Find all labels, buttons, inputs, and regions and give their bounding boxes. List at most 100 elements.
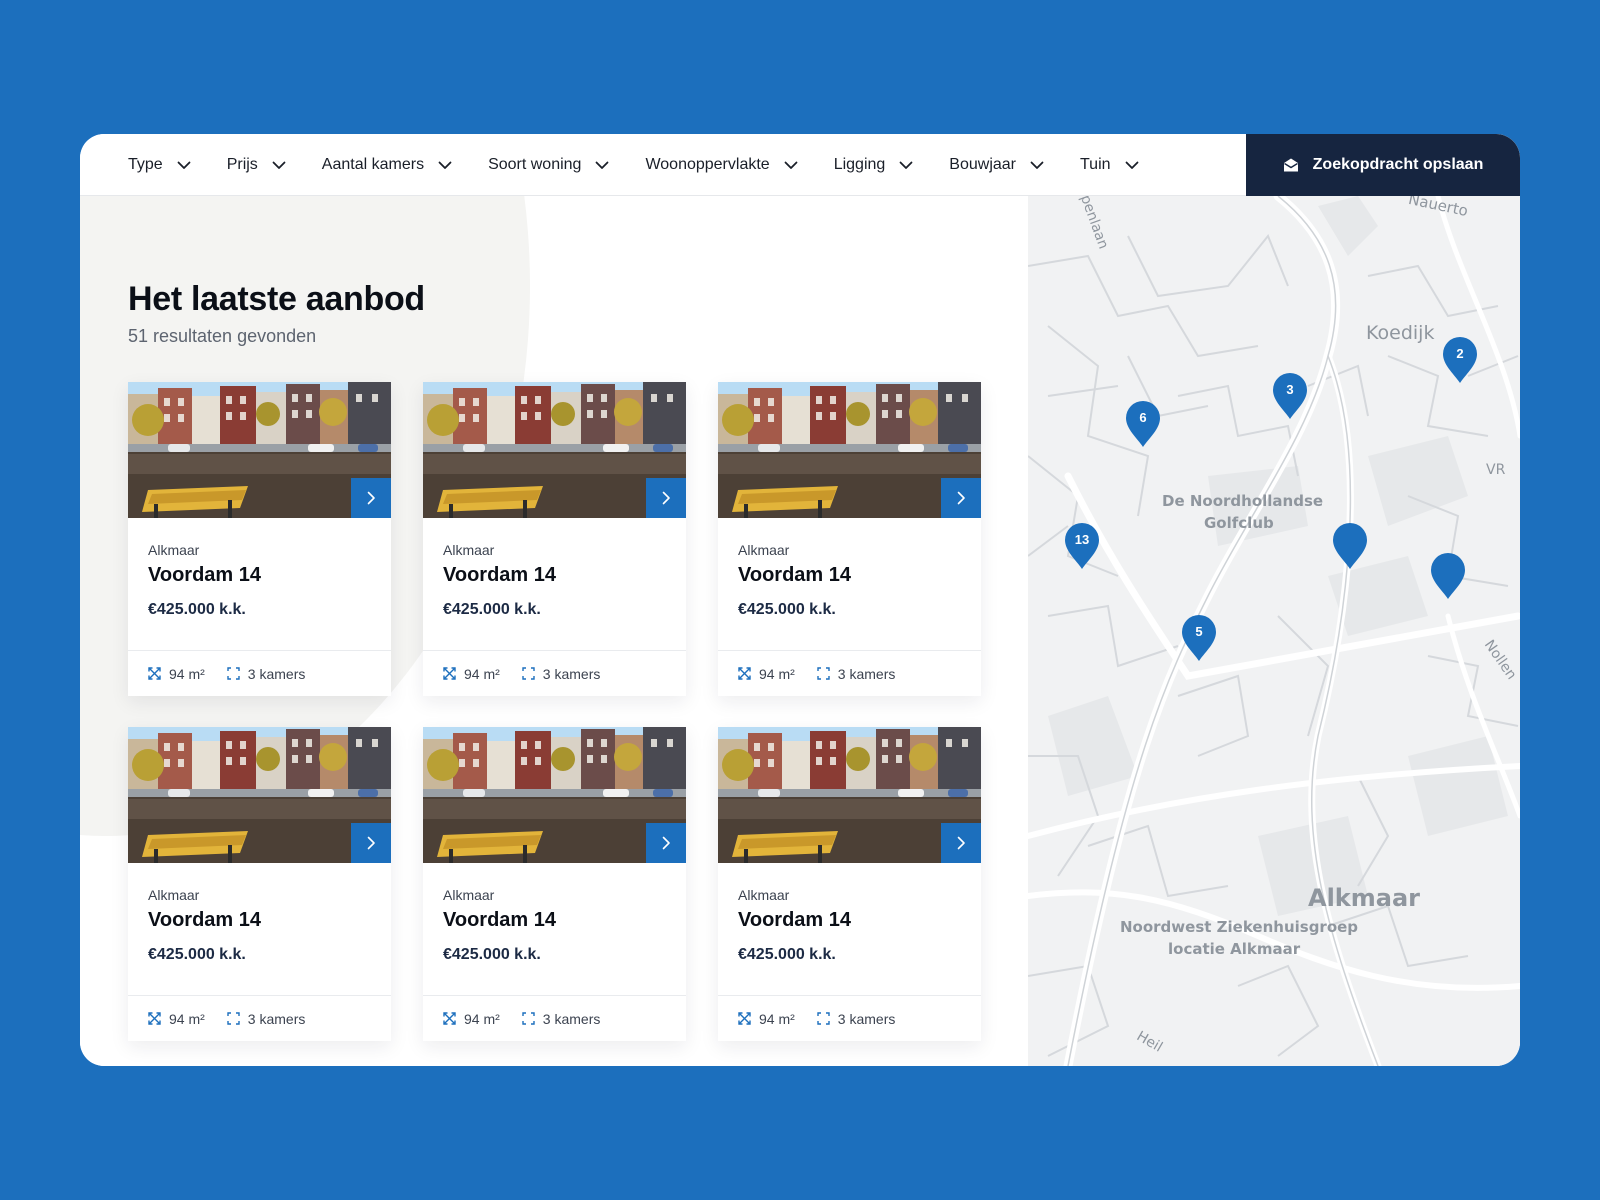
open-listing-button[interactable] [351, 823, 391, 863]
filter-bouwjaar[interactable]: Bouwjaar [949, 134, 1044, 195]
listing-rooms-value: 3 kamers [837, 665, 896, 682]
chevron-right-icon [662, 836, 670, 850]
filter-label: Prijs [226, 155, 258, 173]
filter-label: Bouwjaar [949, 155, 1016, 173]
filter-ligging[interactable]: Ligging [834, 134, 914, 195]
save-search-button[interactable]: Zoekopdracht opslaan [1246, 134, 1520, 196]
listing-info: Alkmaar Voordam 14 €425.000 k.k. [718, 518, 981, 650]
listing-city: Alkmaar [148, 887, 200, 903]
listing-photo[interactable] [718, 382, 981, 518]
chevron-down-icon [1125, 161, 1138, 169]
map-pin[interactable]: 13 [1064, 522, 1100, 570]
listing-info: Alkmaar Voordam 14 €425.000 k.k. [128, 518, 391, 650]
expand-icon [148, 1012, 161, 1025]
listing-rooms: 3 kamers [227, 666, 305, 682]
map-place-koedijk: Koedijk [1366, 322, 1435, 344]
listing-rooms: 3 kamers [522, 1011, 600, 1027]
listing-area-value: 94 m² [464, 665, 500, 682]
listing-area: 94 m² [738, 1011, 795, 1027]
map-pin[interactable]: 6 [1125, 400, 1161, 448]
chevron-right-icon [367, 836, 375, 850]
chevron-down-icon [899, 161, 913, 169]
filter-label: Aantal kamers [321, 155, 425, 173]
listing-features: 94 m² 3 kamers [423, 650, 686, 696]
listing-card[interactable]: Alkmaar Voordam 14 €425.000 k.k. 94 m² 3… [423, 382, 686, 696]
open-listing-button[interactable] [646, 478, 686, 518]
chevron-down-icon [272, 161, 286, 169]
listing-area-value: 94 m² [759, 665, 795, 682]
listing-photo[interactable] [423, 727, 686, 863]
pin-count: 13 [1074, 532, 1090, 547]
listing-rooms: 3 kamers [227, 1010, 306, 1027]
filter-tuin[interactable]: Tuin [1080, 134, 1139, 195]
save-search-label: Zoekopdracht opslaan [1312, 156, 1484, 173]
filter-soort-woning[interactable]: Soort woning [488, 134, 609, 195]
open-listing-button[interactable] [646, 823, 686, 863]
filter-list: Type Prijs Aantal kamers Soort woning Wo… [80, 134, 1175, 195]
envelope-icon [1283, 158, 1298, 172]
listing-info: Alkmaar Voordam 14 €425.000 k.k. [423, 518, 686, 650]
pin-count: 5 [1195, 624, 1203, 639]
listing-area: 94 m² [148, 666, 205, 682]
listing-rooms: 3 kamers [817, 1011, 895, 1027]
map-place-hospital: locatie Alkmaar [1168, 940, 1301, 958]
filter-label: Woonoppervlakte [645, 155, 770, 173]
expand-icon [738, 667, 751, 680]
listing-rooms: 3 kamers [522, 665, 601, 682]
pin-count: 6 [1139, 410, 1147, 425]
chevron-right-icon [662, 491, 670, 505]
listing-area-value: 94 m² [464, 1010, 500, 1027]
map-pin[interactable] [1430, 552, 1466, 600]
room-icon [817, 667, 830, 680]
listing-photo[interactable] [423, 382, 686, 518]
map-pin[interactable] [1332, 522, 1368, 570]
chevron-right-icon [957, 836, 965, 850]
open-listing-button[interactable] [941, 823, 981, 863]
open-listing-button[interactable] [941, 478, 981, 518]
listing-card[interactable]: Alkmaar Voordam 14 €425.000 k.k. 94 m² 3… [423, 727, 686, 1041]
listing-rooms-value: 3 kamers [247, 1010, 306, 1027]
map-place-golf: De Noordhollandse [1162, 492, 1324, 510]
listing-info: Alkmaar Voordam 14 €425.000 k.k. [718, 863, 981, 995]
listing-card[interactable]: Alkmaar Voordam 14 €425.000 k.k. 94 m² 3… [128, 727, 391, 1041]
listing-card[interactable]: Alkmaar Voordam 14 €425.000 k.k. 94 m² 3… [718, 727, 981, 1041]
listing-photo[interactable] [718, 727, 981, 863]
results-panel: Het laatste aanbod 51 resultaten gevonde… [80, 196, 1028, 1066]
listing-features: 94 m² 3 kamers [718, 650, 981, 696]
map-pin[interactable]: 3 [1272, 372, 1308, 420]
listing-rooms: 3 kamers [817, 665, 896, 682]
listing-card[interactable]: Alkmaar Voordam 14 €425.000 k.k. 94 m² 3… [718, 382, 981, 696]
listing-city: Alkmaar [738, 542, 790, 558]
expand-icon [443, 1012, 456, 1025]
listing-address: Voordam 14 [443, 564, 556, 586]
listing-city: Alkmaar [443, 542, 495, 558]
map-pin[interactable]: 5 [1181, 614, 1217, 662]
map-pin-icon [1431, 553, 1465, 599]
listing-features: 94 m² 3 kamers [128, 995, 391, 1041]
listing-address: Voordam 14 [148, 564, 261, 586]
listing-area-value: 94 m² [169, 665, 205, 682]
filter-type[interactable]: Type [128, 134, 191, 195]
listing-photo[interactable] [128, 382, 391, 518]
chevron-down-icon [1030, 161, 1044, 169]
room-icon [522, 667, 535, 680]
map-pin[interactable]: 2 [1442, 336, 1478, 384]
app-window: Type Prijs Aantal kamers Soort woning Wo… [80, 134, 1520, 1066]
filter-woonoppervlakte[interactable]: Woonoppervlakte [645, 134, 798, 195]
map-pin-icon [1333, 523, 1367, 569]
listing-card[interactable]: Alkmaar Voordam 14 €425.000 k.k. 94 m² 3… [128, 382, 391, 696]
chevron-right-icon [957, 491, 965, 505]
filter-prijs[interactable]: Prijs [227, 134, 286, 195]
open-listing-button[interactable] [351, 478, 391, 518]
pin-count: 3 [1286, 382, 1294, 397]
listing-price: €425.000 k.k. [738, 601, 836, 618]
listing-photo[interactable] [128, 727, 391, 863]
filter-aantal-kamers[interactable]: Aantal kamers [322, 134, 452, 195]
pin-count: 2 [1456, 346, 1464, 361]
listing-area-value: 94 m² [169, 1010, 205, 1027]
listing-city: Alkmaar [148, 542, 200, 558]
results-count: 51 resultaten gevonden [128, 326, 317, 346]
listing-rooms-value: 3 kamers [542, 665, 601, 682]
listing-price: €425.000 k.k. [148, 601, 246, 618]
map-panel[interactable]: Nauerto penlaan Koedijk VR De Noordholla… [1028, 196, 1520, 1066]
